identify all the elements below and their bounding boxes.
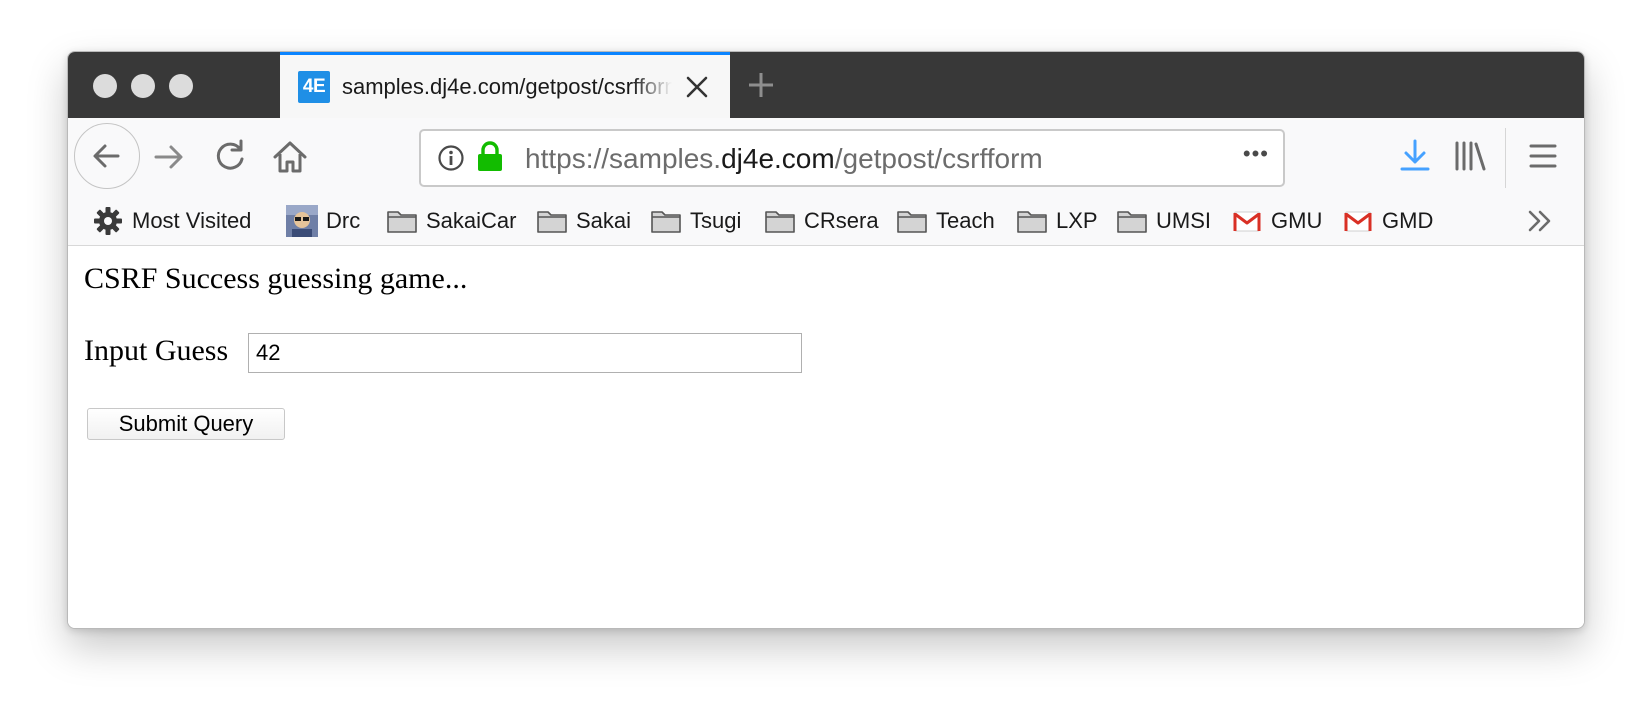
guess-input[interactable] bbox=[248, 333, 802, 373]
browser-window: 4E samples.dj4e.com/getpost/csrfform htt… bbox=[67, 51, 1585, 629]
gear-icon bbox=[94, 207, 122, 235]
gmail-icon bbox=[1344, 211, 1372, 232]
bookmark-tsugi[interactable]: Tsugi bbox=[650, 205, 741, 237]
bookmark-umsi[interactable]: UMSI bbox=[1116, 205, 1211, 237]
avatar-icon bbox=[286, 205, 318, 237]
tab-title: samples.dj4e.com/getpost/csrfform bbox=[342, 74, 672, 99]
site-favicon-icon: 4E bbox=[298, 71, 330, 103]
folder-icon bbox=[651, 211, 681, 233]
page-heading: CSRF Success guessing game... bbox=[84, 262, 468, 295]
bookmark-label: Most Visited bbox=[132, 208, 252, 233]
tab-strip: 4E samples.dj4e.com/getpost/csrfform bbox=[68, 52, 1584, 118]
lock-icon[interactable] bbox=[476, 141, 504, 173]
url-text[interactable]: https://samples.dj4e.com/getpost/csrffor… bbox=[525, 143, 1043, 175]
page-content: CSRF Success guessing game... Input Gues… bbox=[68, 246, 1584, 628]
nav-toolbar: https://samples.dj4e.com/getpost/csrffor… bbox=[68, 118, 1584, 196]
forward-arrow-icon[interactable] bbox=[150, 137, 190, 177]
bookmark-label: Sakai bbox=[576, 208, 632, 233]
bookmark-gmd[interactable]: GMD bbox=[1342, 205, 1433, 237]
bookmark-gmu[interactable]: GMU bbox=[1231, 205, 1322, 237]
bookmark-label: Tsugi bbox=[690, 208, 742, 233]
bookmark-label: UMSI bbox=[1156, 208, 1211, 233]
page-actions-icon[interactable]: ••• bbox=[1243, 141, 1269, 167]
back-button[interactable] bbox=[74, 123, 140, 189]
bookmark-label: CRsera bbox=[804, 208, 879, 233]
url-path: /getpost/csrfform bbox=[834, 143, 1043, 174]
url-bar[interactable]: https://samples.dj4e.com/getpost/csrffor… bbox=[419, 129, 1285, 187]
toolbar-separator bbox=[1505, 128, 1506, 188]
bookmark-label: GMD bbox=[1382, 208, 1434, 233]
new-tab-icon[interactable] bbox=[745, 69, 777, 101]
folder-icon bbox=[537, 211, 567, 233]
bookmark-label: Teach bbox=[936, 208, 995, 233]
bookmark-drc[interactable]: Drc bbox=[286, 205, 360, 237]
folder-icon bbox=[765, 211, 795, 233]
bookmark-lxp[interactable]: LXP bbox=[1016, 205, 1098, 237]
bookmark-label: Drc bbox=[326, 208, 361, 233]
bookmark-most-visited[interactable]: Most Visited bbox=[92, 205, 251, 237]
folder-icon bbox=[387, 211, 417, 233]
url-domain: dj4e.com bbox=[721, 143, 835, 174]
bookmark-label: GMU bbox=[1271, 208, 1323, 233]
tab-active[interactable]: 4E samples.dj4e.com/getpost/csrfform bbox=[280, 52, 730, 118]
guess-label: Input Guess bbox=[84, 334, 229, 367]
library-icon[interactable] bbox=[1450, 136, 1490, 176]
bookmark-label: LXP bbox=[1056, 208, 1098, 233]
minimize-window-dot[interactable] bbox=[131, 74, 155, 98]
folder-icon bbox=[897, 211, 927, 233]
bookmark-sakaicar[interactable]: SakaiCar bbox=[386, 205, 516, 237]
folder-icon bbox=[1117, 211, 1147, 233]
submit-query-button[interactable]: Submit Query bbox=[87, 408, 285, 440]
bookmark-label: SakaiCar bbox=[426, 208, 517, 233]
bookmark-teach[interactable]: Teach bbox=[896, 205, 995, 237]
bookmark-sakai[interactable]: Sakai bbox=[536, 205, 631, 237]
bookmarks-overflow-chevron-icon[interactable] bbox=[1525, 207, 1557, 235]
home-icon[interactable] bbox=[270, 137, 310, 177]
reload-icon[interactable] bbox=[210, 137, 250, 177]
download-icon[interactable] bbox=[1395, 136, 1435, 176]
bookmark-crsera[interactable]: CRsera bbox=[764, 205, 879, 237]
gmail-icon bbox=[1233, 211, 1261, 232]
close-tab-icon[interactable] bbox=[682, 72, 712, 102]
back-arrow-icon bbox=[93, 144, 120, 168]
folder-icon bbox=[1017, 211, 1047, 233]
info-icon[interactable] bbox=[437, 144, 465, 172]
close-window-dot[interactable] bbox=[93, 74, 117, 98]
zoom-window-dot[interactable] bbox=[169, 74, 193, 98]
bookmarks-bar: Most Visited Drc SakaiCar Sakai Tsugi CR… bbox=[68, 196, 1584, 246]
url-prefix: https://samples. bbox=[525, 143, 722, 174]
hamburger-menu-icon[interactable] bbox=[1523, 136, 1563, 176]
